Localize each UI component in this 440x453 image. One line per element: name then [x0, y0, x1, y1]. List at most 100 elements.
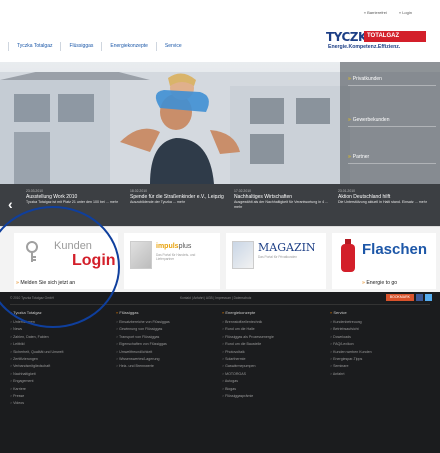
- footer-link[interactable]: Unternehmen: [10, 319, 110, 326]
- nav-fluessiggas[interactable]: Flüssiggas: [60, 42, 101, 51]
- footer-link[interactable]: MOTORGAS: [222, 371, 322, 378]
- news-item[interactable]: 23.03.2010 Ausstellung Work 2010 Tyczka …: [26, 189, 122, 205]
- gewerbekunden-label: Gewerbekunden: [352, 117, 390, 123]
- bookmark-button[interactable]: BOOKMARK: [385, 294, 414, 301]
- gewerbekunden-link[interactable]: » Gewerbekunden: [348, 117, 436, 127]
- login-cta[interactable]: » Melden Sie sich jetzt an: [16, 280, 75, 286]
- news-item[interactable]: 23.01.2010 Aktion Deutschland hilft Die …: [338, 189, 434, 205]
- privatkunden-label: Privatkunden: [352, 76, 382, 82]
- footer-link[interactable]: Kundenbetreuung: [330, 319, 430, 326]
- magazin-title: MAGAZIN: [258, 241, 316, 254]
- kunden-login-teaser[interactable]: Kunden Login » Melden Sie sich jetzt an: [14, 233, 118, 289]
- top-links: » Barrierefrei » Login: [364, 10, 412, 15]
- arrow-icon: »: [348, 117, 351, 123]
- arrow-icon: »: [348, 154, 351, 160]
- impulsplus-teaser[interactable]: impulsplus Das Portal für Handels- und L…: [124, 233, 220, 289]
- footer-link[interactable]: Heiz- und Brennwerte: [116, 363, 216, 370]
- login-link[interactable]: » Login: [399, 10, 412, 15]
- arrow-icon: »: [348, 76, 351, 82]
- footer-links[interactable]: Kontakt | Anfahrt | AGB | Impressum | Da…: [180, 296, 251, 300]
- header: » Barrierefrei » Login Tyczka Totalgaz F…: [0, 0, 440, 62]
- impuls-subtitle: Das Portal für Handels- und Lieferpartne…: [156, 253, 196, 261]
- footer-link[interactable]: Rund um die Halle: [222, 326, 322, 333]
- footer-link[interactable]: FAQ/Lexikon: [330, 341, 430, 348]
- nav-service[interactable]: Service: [155, 42, 190, 51]
- footer-link[interactable]: Energiespar-Tipps: [330, 356, 430, 363]
- chevron-left-icon[interactable]: ‹: [8, 196, 20, 212]
- footer-link[interactable]: Gaswärmepumpen: [222, 363, 322, 370]
- footer-link[interactable]: Zahlen, Daten, Fakten: [10, 334, 110, 341]
- footer-link[interactable]: Transport von Flüssiggas: [116, 334, 216, 341]
- news-text: Die Unterstützung aktuell in Haiti stand…: [338, 200, 427, 204]
- flaschen-title: Flaschen: [362, 241, 428, 258]
- footer-col-energiekonzepte: » Energiekonzepte Brennstoffzellentechni…: [222, 310, 322, 400]
- impuls-title: impulsplus: [156, 243, 191, 250]
- footer-link[interactable]: Nachhaltigkeit: [10, 371, 110, 378]
- footer-link[interactable]: Presse: [10, 393, 110, 400]
- footer-link[interactable]: Flüssiggas als Prozessenergie: [222, 334, 322, 341]
- tyczka-logo[interactable]: TYCZKA TOTALGAZ Energie.Kompetenz.Effizi…: [326, 30, 436, 54]
- footer-link[interactable]: News: [10, 326, 110, 333]
- magazin-teaser[interactable]: MAGAZIN Das Portal für Privatkunden: [226, 233, 326, 289]
- footer-link[interactable]: Anfahrt: [330, 371, 430, 378]
- footer-link[interactable]: Brennstoffzellentechnik: [222, 319, 322, 326]
- footer-link[interactable]: Verbandsmitgliedschaft: [10, 363, 110, 370]
- energie-to-go-label: Energie to go: [366, 280, 398, 286]
- barrierefrei-link[interactable]: » Barrierefrei: [364, 10, 387, 15]
- footer-link[interactable]: Gewinnung von Flüssiggas: [116, 326, 216, 333]
- nav-tyczka-totalgaz[interactable]: Tyczka Totalgaz: [8, 42, 60, 51]
- footer-link[interactable]: Sicherheit, Qualität und Umwelt: [10, 349, 110, 356]
- magazin-thumbnail: [232, 241, 254, 269]
- kunden-text: Kunden: [54, 240, 92, 252]
- footer-link[interactable]: Karriere: [10, 386, 110, 393]
- footer-link[interactable]: Autogas: [222, 378, 322, 385]
- privatkunden-link[interactable]: » Privatkunden: [348, 76, 436, 86]
- footer-link[interactable]: Biogas: [222, 386, 322, 393]
- twitter-icon[interactable]: [425, 294, 432, 301]
- footer-link[interactable]: Solarthermie: [222, 356, 322, 363]
- news-item[interactable]: 18.02.2010 Spende für die Straßenkinder …: [130, 189, 226, 205]
- footer-col-tyczka: » Tyczka Totalgaz Unternehmen News Zahle…: [10, 310, 110, 408]
- footer-link[interactable]: Photovoltaik: [222, 349, 322, 356]
- nav-energiekonzepte[interactable]: Energiekonzepte: [101, 42, 156, 51]
- footer-link[interactable]: Zertifizierungen: [10, 356, 110, 363]
- footer-link[interactable]: Seminare: [330, 363, 430, 370]
- footer-col-head[interactable]: » Tyczka Totalgaz: [10, 310, 110, 315]
- footer-divider: [10, 304, 430, 305]
- footer-col-head[interactable]: » Service: [330, 310, 430, 315]
- footer-link[interactable]: Umweltfreundlichkeit: [116, 349, 216, 356]
- footer-link[interactable]: Videos: [10, 400, 110, 407]
- footer-link[interactable]: Eigenschaften von Flüssiggas: [116, 341, 216, 348]
- footer-link[interactable]: Betriebsaufsicht: [330, 326, 430, 333]
- magazin-subtitle: Das Portal für Privatkunden: [258, 255, 297, 259]
- footer-link[interactable]: Rund um die Baustelle: [222, 341, 322, 348]
- footer-link[interactable]: Downloads: [330, 334, 430, 341]
- footer-link[interactable]: Flüssiggasprämie: [222, 393, 322, 400]
- flaschen-teaser[interactable]: Flaschen » Energie to go: [332, 233, 436, 289]
- footer-col-head[interactable]: » Energiekonzepte: [222, 310, 322, 315]
- copyright: © 2010 Tyczka Totalgaz GmbH: [10, 296, 54, 300]
- facebook-icon[interactable]: [416, 294, 423, 301]
- energie-to-go-link[interactable]: » Energie to go: [362, 280, 397, 286]
- logo-slogan: Energie.Kompetenz.Effizienz.: [328, 44, 401, 50]
- login-cta-label: Melden Sie sich jetzt an: [20, 280, 76, 286]
- footer-link[interactable]: Wissenswertes/Lagerung: [116, 356, 216, 363]
- footer-col-title: Service: [333, 310, 347, 315]
- footer-col-title: Energiekonzepte: [225, 310, 256, 315]
- footer-col-service: » Service Kundenbetreuung Betriebsaufsic…: [330, 310, 430, 378]
- login-text: Login: [72, 252, 116, 269]
- teaser-row: Kunden Login » Melden Sie sich jetzt an …: [0, 226, 440, 292]
- news-item[interactable]: 17.02.2010 Nachhaltiges Wirtschaften Aus…: [234, 189, 330, 210]
- footer-col-fluessiggas: » Flüssiggas Einsatzbereiche von Flüssig…: [116, 310, 216, 371]
- news-text: Ausgewählt als der Nachhaltigkeit für Ve…: [234, 200, 329, 209]
- footer: © 2010 Tyczka Totalgaz GmbH Kontakt | An…: [0, 292, 440, 453]
- partner-label: Partner: [352, 154, 370, 160]
- footer-link[interactable]: Engagement: [10, 378, 110, 385]
- footer-col-title: Flüssiggas: [119, 310, 139, 315]
- footer-link[interactable]: Kunden werben Kunden: [330, 349, 430, 356]
- footer-link[interactable]: Leitbild: [10, 341, 110, 348]
- footer-link[interactable]: Einsatzbereiche von Flüssiggas: [116, 319, 216, 326]
- footer-col-head[interactable]: » Flüssiggas: [116, 310, 216, 315]
- social-bar: BOOKMARK: [385, 294, 432, 301]
- partner-link[interactable]: » Partner: [348, 154, 436, 164]
